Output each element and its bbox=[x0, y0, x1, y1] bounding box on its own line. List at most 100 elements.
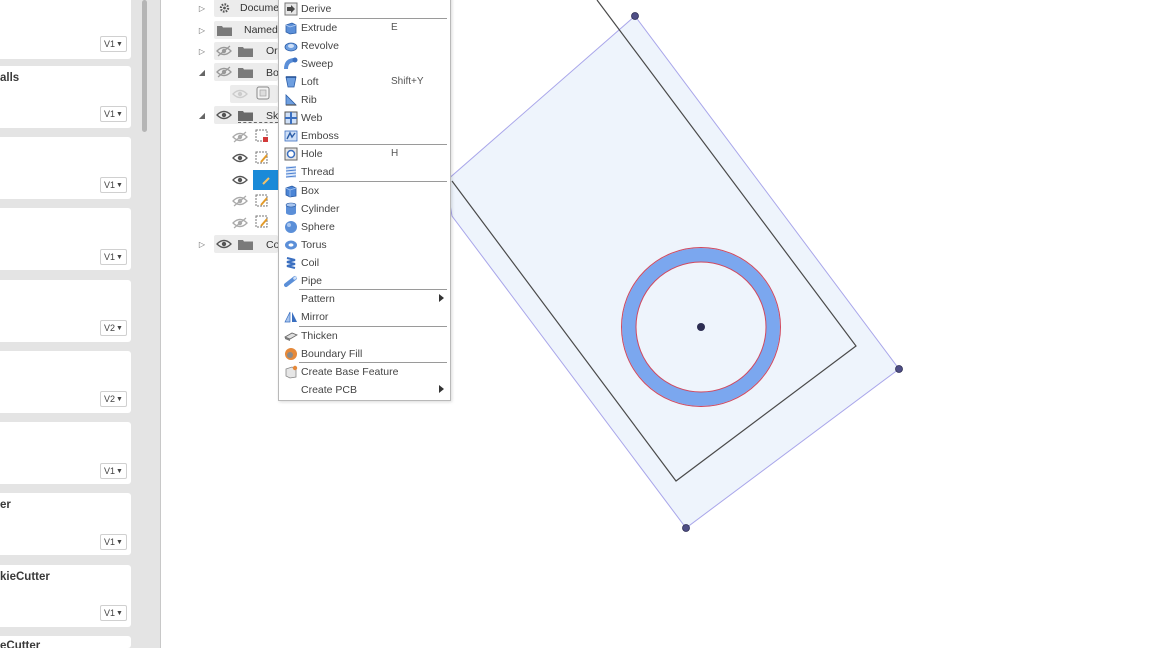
menu-item-thicken[interactable]: Thicken bbox=[279, 327, 450, 345]
collapse-triangle-icon[interactable]: ◢ bbox=[197, 67, 207, 77]
menu-item-loft[interactable]: Loft Shift+Y bbox=[279, 73, 450, 91]
version-dropdown[interactable]: V1 ▼ bbox=[100, 463, 127, 479]
version-dropdown[interactable]: V1 ▼ bbox=[100, 106, 127, 122]
extrude-icon bbox=[285, 22, 297, 35]
menu-item-create-base-feature[interactable]: Create Base Feature bbox=[279, 363, 450, 381]
caret-down-icon: ▼ bbox=[116, 110, 123, 118]
version-label: V1 bbox=[104, 39, 116, 49]
panel-scrollbar[interactable] bbox=[142, 0, 147, 132]
menu-item-rib[interactable]: Rib bbox=[279, 91, 450, 109]
folder-icon bbox=[217, 26, 232, 36]
menu-item-pipe[interactable]: Pipe bbox=[279, 272, 450, 290]
caret-down-icon: ▼ bbox=[116, 538, 123, 546]
eye-icon[interactable] bbox=[232, 88, 248, 100]
shortcut-label: Shift+Y bbox=[391, 76, 424, 87]
sweep-icon bbox=[284, 57, 298, 70]
menu-item-cylinder[interactable]: Cylinder bbox=[279, 200, 450, 218]
corner-point[interactable] bbox=[895, 365, 903, 373]
expand-triangle-icon[interactable]: ▷ bbox=[197, 25, 207, 35]
design-card[interactable]: V1 ▼ bbox=[0, 137, 131, 199]
version-dropdown[interactable]: V2 ▼ bbox=[100, 391, 127, 407]
panel-divider[interactable] bbox=[160, 0, 161, 648]
version-label: V1 bbox=[104, 608, 116, 618]
eye-icon[interactable] bbox=[232, 174, 248, 186]
menu-item-derive[interactable]: Derive bbox=[279, 0, 450, 18]
design-card[interactable]: V1 ▼ bbox=[0, 0, 131, 59]
folder-icon bbox=[238, 111, 253, 121]
eye-icon[interactable] bbox=[216, 238, 232, 250]
derive-icon bbox=[284, 2, 298, 16]
design-card[interactable]: eCutter bbox=[0, 636, 131, 648]
folder-icon bbox=[238, 47, 253, 57]
expand-triangle-icon[interactable]: ▷ bbox=[197, 3, 207, 13]
menu-item-label: Create PCB bbox=[301, 384, 358, 396]
loft-icon bbox=[285, 76, 297, 88]
design-card[interactable]: V2 ▼ bbox=[0, 280, 131, 342]
caret-down-icon: ▼ bbox=[116, 609, 123, 617]
box-icon bbox=[285, 185, 297, 198]
version-dropdown[interactable]: V1 ▼ bbox=[100, 36, 127, 52]
menu-item-sweep[interactable]: Sweep bbox=[279, 55, 450, 73]
tree-label: Or bbox=[266, 45, 278, 57]
eye-icon[interactable] bbox=[216, 109, 232, 121]
web-icon bbox=[284, 111, 298, 125]
base-feature-icon bbox=[285, 365, 298, 379]
menu-item-label: Box bbox=[301, 185, 320, 197]
version-dropdown[interactable]: V2 ▼ bbox=[100, 320, 127, 336]
submenu-arrow-icon bbox=[439, 294, 444, 302]
boundary-fill-icon bbox=[285, 348, 297, 360]
folder-icon bbox=[238, 68, 253, 78]
menu-item-coil[interactable]: Coil bbox=[279, 254, 450, 272]
menu-item-mirror[interactable]: Mirror bbox=[279, 308, 450, 326]
design-card[interactable]: V1 ▼ bbox=[0, 422, 131, 484]
menu-item-box[interactable]: Box bbox=[279, 182, 450, 200]
shortcut-label: E bbox=[391, 22, 398, 33]
design-card[interactable]: kieCutter V1 ▼ bbox=[0, 565, 131, 627]
eye-icon[interactable] bbox=[232, 131, 248, 143]
menu-item-sphere[interactable]: Sphere bbox=[279, 218, 450, 236]
menu-item-emboss[interactable]: Emboss bbox=[279, 127, 450, 145]
caret-down-icon: ▼ bbox=[116, 181, 123, 189]
menu-item-thread[interactable]: Thread bbox=[279, 163, 450, 181]
sketch-pencil-icon bbox=[262, 177, 270, 185]
menu-item-revolve[interactable]: Revolve bbox=[279, 37, 450, 55]
menu-item-boundary-fill[interactable]: Boundary Fill bbox=[279, 345, 450, 363]
expand-triangle-icon[interactable]: ▷ bbox=[197, 46, 207, 56]
menu-item-torus[interactable]: Torus bbox=[279, 236, 450, 254]
version-dropdown[interactable]: V1 ▼ bbox=[100, 177, 127, 193]
sketch-icon[interactable] bbox=[255, 194, 269, 208]
design-card[interactable]: V2 ▼ bbox=[0, 351, 131, 413]
corner-point[interactable] bbox=[682, 524, 690, 532]
sketch-icon[interactable] bbox=[255, 215, 269, 229]
eye-icon[interactable] bbox=[216, 45, 232, 57]
design-card[interactable]: er V1 ▼ bbox=[0, 493, 131, 555]
menu-item-label: Pipe bbox=[301, 275, 323, 287]
version-dropdown[interactable]: V1 ▼ bbox=[100, 249, 127, 265]
menu-item-web[interactable]: Web bbox=[279, 109, 450, 127]
sketch-profile[interactable] bbox=[445, 15, 900, 529]
corner-point[interactable] bbox=[631, 12, 639, 20]
collapse-triangle-icon[interactable]: ◢ bbox=[197, 110, 207, 120]
menu-item-label: Hole bbox=[301, 148, 323, 160]
selected-sketch-row[interactable] bbox=[253, 170, 278, 190]
eye-icon[interactable] bbox=[232, 217, 248, 229]
version-dropdown[interactable]: V1 ▼ bbox=[100, 534, 127, 550]
design-card[interactable]: alls V1 ▼ bbox=[0, 66, 131, 128]
eye-icon[interactable] bbox=[216, 66, 232, 78]
eye-icon[interactable] bbox=[232, 195, 248, 207]
menu-item-extrude[interactable]: Extrude E bbox=[279, 19, 450, 37]
menu-item-create-pcb[interactable]: Create PCB bbox=[279, 381, 450, 399]
menu-item-label: Thread bbox=[301, 166, 335, 178]
eye-icon[interactable] bbox=[232, 152, 248, 164]
data-panel: V1 ▼ alls V1 ▼ V1 ▼ V1 ▼ V2 ▼ V2 ▼ V1 ▼ er V1 ▼ … bbox=[0, 0, 160, 648]
sphere-icon bbox=[285, 221, 297, 233]
sketch-icon[interactable] bbox=[255, 151, 269, 165]
menu-item-pattern[interactable]: Pattern bbox=[279, 290, 450, 308]
expand-triangle-icon[interactable]: ▷ bbox=[197, 239, 207, 249]
version-dropdown[interactable]: V1 ▼ bbox=[100, 605, 127, 621]
center-point[interactable] bbox=[697, 323, 705, 331]
design-card[interactable]: V1 ▼ bbox=[0, 208, 131, 270]
sketch-locked-icon[interactable] bbox=[255, 129, 269, 143]
menu-item-hole[interactable]: Hole H bbox=[279, 145, 450, 163]
hole-icon bbox=[284, 147, 298, 161]
